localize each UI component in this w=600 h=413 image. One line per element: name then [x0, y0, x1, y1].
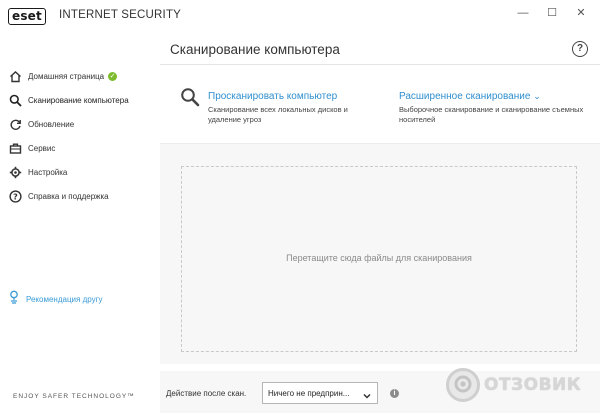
main-header: Сканирование компьютера ?: [160, 32, 600, 65]
search-icon: [180, 87, 200, 112]
sidebar-item-label: Домашняя страница: [28, 71, 105, 81]
logo-text: eset: [8, 7, 46, 25]
main-panel: Сканирование компьютера ? Просканировать…: [160, 32, 600, 413]
info-icon[interactable]: i: [390, 389, 399, 398]
app-window: eset INTERNET SECURITY — ☐ ✕ Домашняя ст…: [0, 0, 600, 413]
sidebar-item-update[interactable]: Обновление: [0, 113, 160, 135]
home-icon: [7, 68, 23, 84]
svg-text:?: ?: [13, 192, 18, 201]
eset-logo: eset: [8, 7, 46, 25]
dropzone-area: Перетащите сюда файлы для сканирования: [160, 144, 600, 364]
after-scan-select[interactable]: Ничего не предприн...: [262, 382, 378, 404]
maximize-button[interactable]: ☐: [545, 6, 559, 20]
refresh-icon: [7, 116, 23, 132]
sidebar-item-settings[interactable]: Настройка: [0, 161, 160, 183]
after-scan-label: Действие после скан.: [166, 389, 247, 398]
sidebar: Домашняя страница ✓ Сканирование компьют…: [0, 32, 160, 413]
file-dropzone[interactable]: Перетащите сюда файлы для сканирования: [181, 166, 577, 352]
watermark-text: ОТЗОВИК: [484, 375, 582, 395]
after-scan-value: Ничего не предприн...: [268, 389, 350, 398]
recommend-link[interactable]: Рекомендация другу: [8, 290, 103, 309]
help-button[interactable]: ?: [572, 41, 588, 57]
chevron-down-icon: ⌄: [533, 91, 541, 101]
sidebar-item-label: Справка и поддержка: [28, 191, 109, 201]
briefcase-icon: [7, 140, 23, 156]
advanced-scan-link[interactable]: Расширенное сканирование ⌄: [399, 91, 541, 102]
sidebar-item-label: Обновление: [28, 119, 75, 129]
help-icon: ?: [7, 188, 23, 204]
close-button[interactable]: ✕: [574, 6, 588, 20]
chevron-down-icon: [362, 388, 372, 406]
page-title: Сканирование компьютера: [170, 42, 340, 57]
recommend-label: Рекомендация другу: [26, 295, 103, 304]
scan-options: Просканировать компьютер Сканирование вс…: [160, 65, 600, 144]
gear-icon: [7, 164, 23, 180]
recommend-icon: [8, 290, 20, 309]
dropzone-text: Перетащите сюда файлы для сканирования: [286, 253, 472, 263]
sidebar-item-label: Настройка: [28, 167, 68, 177]
watermark-logo: [446, 368, 480, 402]
tagline: ENJOY SAFER TECHNOLOGY™: [13, 393, 135, 400]
product-name: INTERNET SECURITY: [59, 9, 182, 21]
advanced-scan-description: Выборочное сканирование и сканирование с…: [399, 105, 584, 124]
status-badge: ✓: [108, 71, 118, 81]
sidebar-item-label: Сервис: [28, 143, 56, 153]
minimize-button[interactable]: —: [516, 6, 530, 20]
sidebar-item-help[interactable]: ? Справка и поддержка: [0, 185, 160, 207]
sidebar-item-label: Сканирование компьютера: [28, 95, 129, 105]
search-icon: [7, 92, 23, 108]
advanced-scan-label: Расширенное сканирование: [399, 91, 531, 102]
scan-computer-description: Сканирование всех локальных дисков и уда…: [208, 105, 348, 124]
title-bar: eset INTERNET SECURITY — ☐ ✕: [0, 0, 600, 32]
sidebar-item-computer-scan[interactable]: Сканирование компьютера: [0, 89, 160, 111]
sidebar-item-service[interactable]: Сервис: [0, 137, 160, 159]
sidebar-item-home[interactable]: Домашняя страница ✓: [0, 65, 160, 87]
scan-computer-link[interactable]: Просканировать компьютер: [208, 91, 337, 102]
watermark: ОТЗОВИК: [446, 368, 581, 402]
